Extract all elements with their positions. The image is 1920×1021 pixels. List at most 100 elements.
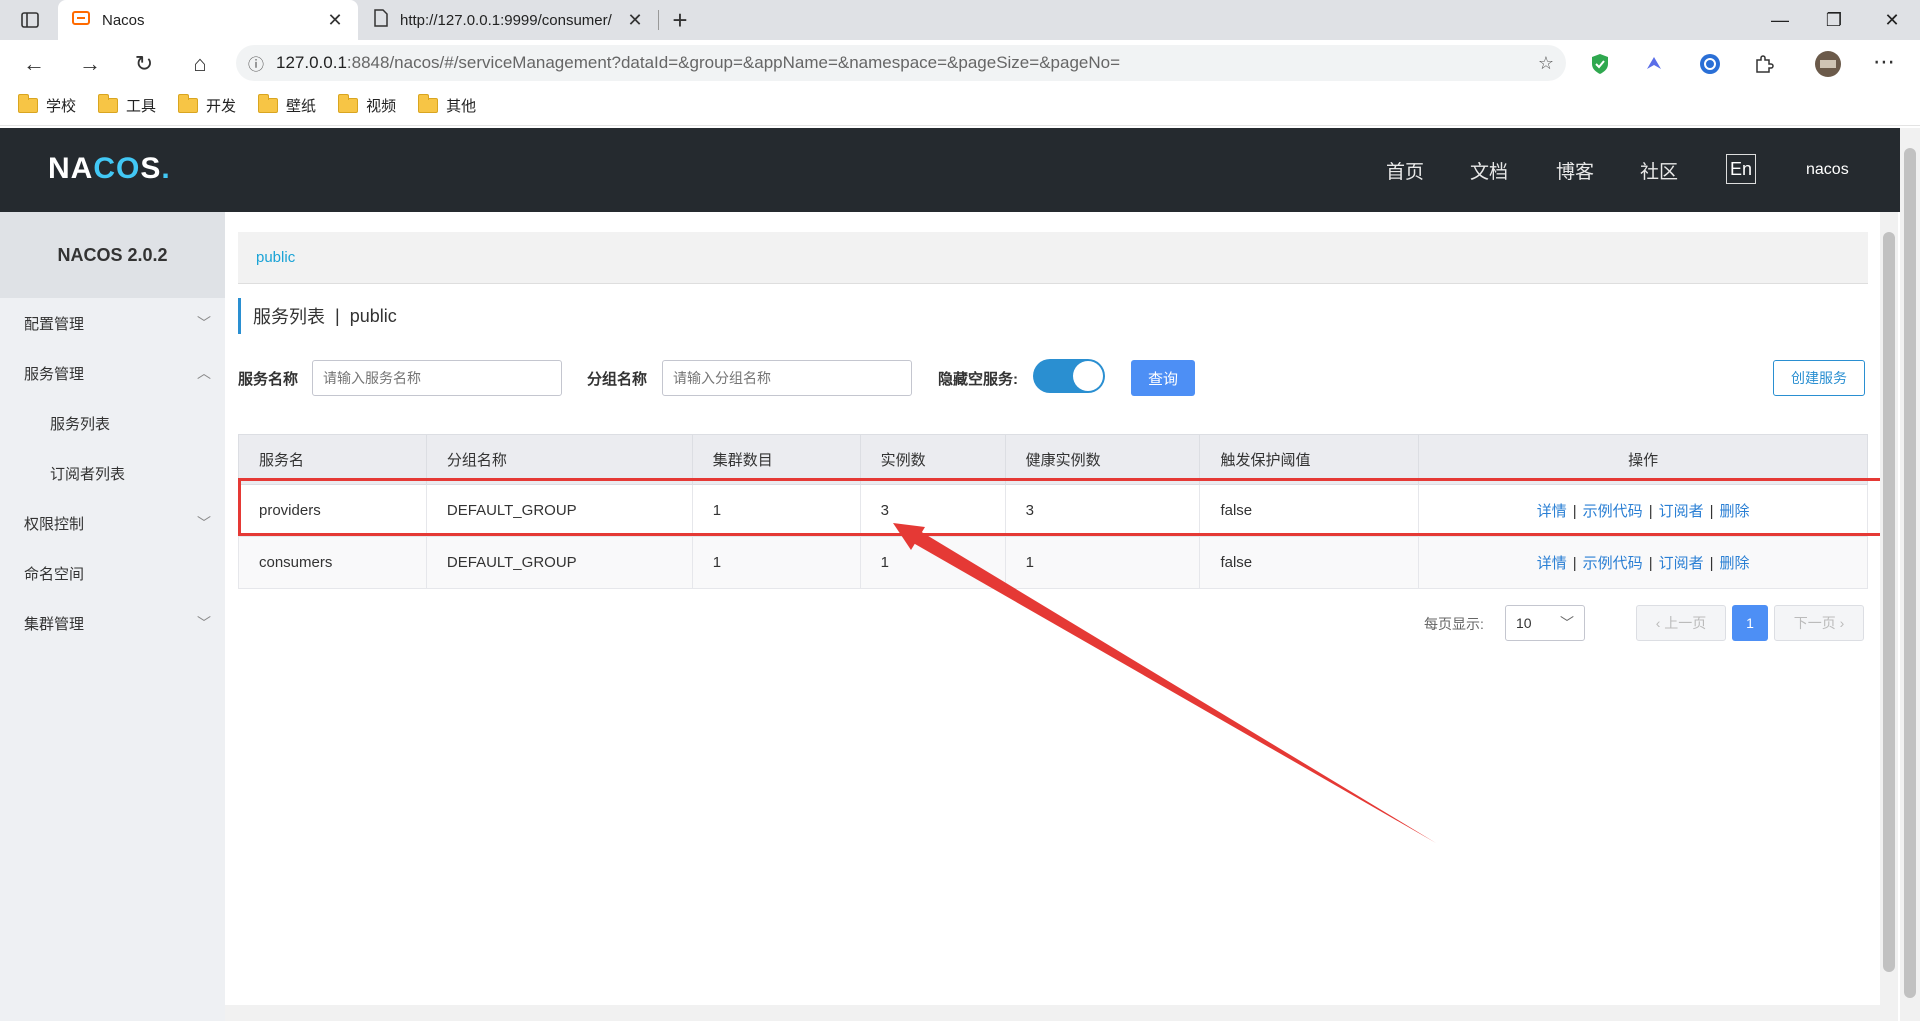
nav-blog[interactable]: 博客 — [1556, 128, 1594, 212]
cell-healthy: 1 — [1004, 536, 1201, 589]
sidebar: NACOS 2.0.2 配置管理 ﹀ 服务管理 ︿ 服务列表 订阅者列表 权限控制 ﹀… — [0, 212, 225, 1021]
bird-extension-icon[interactable] — [1640, 50, 1668, 78]
sample-code-link[interactable]: 示例代码 — [1583, 555, 1643, 572]
forward-icon[interactable]: → — [74, 48, 106, 80]
detail-link[interactable]: 详情 — [1537, 503, 1567, 520]
col-group-name: 分组名称 — [425, 434, 693, 485]
url-text[interactable]: 127.0.0.1:8848/nacos/#/serviceManagement… — [276, 53, 1526, 73]
current-page-button[interactable]: 1 — [1732, 605, 1768, 641]
delete-link[interactable]: 删除 — [1720, 503, 1750, 520]
folder-icon — [178, 94, 199, 113]
tab-nacos[interactable]: Nacos ✕ — [58, 0, 358, 40]
scrollbar-thumb[interactable] — [1904, 148, 1916, 998]
bookmark-folder-dev[interactable]: 开发 — [178, 94, 236, 116]
horizontal-scrollbar[interactable] — [225, 1005, 1880, 1021]
favorite-star-icon[interactable]: ☆ — [1526, 53, 1566, 74]
group-name-input[interactable] — [662, 360, 912, 396]
site-info-icon[interactable]: ⓘ — [236, 51, 276, 75]
chevron-down-icon: ﹀ — [1560, 615, 1574, 631]
cell-group: DEFAULT_GROUP — [425, 484, 693, 537]
sidebar-item-service-list[interactable]: 服务列表 — [0, 398, 225, 448]
delete-link[interactable]: 删除 — [1720, 555, 1750, 572]
nacos-favicon-icon — [72, 11, 90, 29]
hide-empty-toggle[interactable] — [1033, 359, 1105, 393]
col-threshold: 触发保护阈值 — [1199, 434, 1420, 485]
sample-code-link[interactable]: 示例代码 — [1583, 503, 1643, 520]
chevron-down-icon: ﹀ — [197, 515, 211, 531]
back-icon[interactable]: ← — [18, 48, 50, 80]
col-healthy-count: 健康实例数 — [1004, 434, 1201, 485]
nav-home[interactable]: 首页 — [1386, 128, 1424, 212]
chevron-down-icon: ﹀ — [197, 315, 211, 331]
close-window-icon[interactable]: ✕ — [1864, 0, 1920, 40]
sidebar-item-cluster[interactable]: 集群管理 ﹀ — [0, 598, 225, 648]
language-switch[interactable]: En — [1726, 154, 1756, 184]
close-tab-icon[interactable]: ✕ — [326, 10, 344, 31]
cell-actions: 详情 | 示例代码 | 订阅者 | 删除 — [1418, 484, 1868, 537]
create-service-button[interactable]: 创建服务 — [1773, 360, 1865, 396]
sidebar-title: NACOS 2.0.2 — [0, 212, 225, 298]
nav-docs[interactable]: 文档 — [1470, 128, 1508, 212]
bookmark-folder-wallpaper[interactable]: 壁纸 — [258, 94, 316, 116]
tab-consumer[interactable]: http://127.0.0.1:9999/consumer/ ✕ — [360, 0, 658, 40]
toggle-knob — [1073, 361, 1103, 391]
chevron-left-icon: ‹ — [1655, 615, 1665, 631]
prev-page-button[interactable]: ‹ 上一页 — [1636, 605, 1726, 641]
cell-healthy: 3 — [1004, 484, 1201, 537]
bookmark-folder-video[interactable]: 视频 — [338, 94, 396, 116]
new-tab-icon[interactable]: + — [666, 5, 694, 35]
minimize-icon[interactable]: — — [1752, 0, 1808, 40]
sidebar-item-service[interactable]: 服务管理 ︿ — [0, 348, 225, 398]
sidebar-item-auth[interactable]: 权限控制 ﹀ — [0, 498, 225, 548]
page-size-select[interactable]: 10 ﹀ — [1505, 605, 1585, 641]
home-icon[interactable]: ⌂ — [184, 48, 216, 80]
cell-clusters: 1 — [691, 484, 861, 537]
detail-link[interactable]: 详情 — [1537, 555, 1567, 572]
folder-icon — [338, 94, 359, 113]
content-scrollbar[interactable] — [1880, 212, 1898, 1021]
edge-extension-icon[interactable] — [1696, 50, 1724, 78]
subscribers-link[interactable]: 订阅者 — [1659, 503, 1704, 520]
next-page-button[interactable]: 下一页 › — [1774, 605, 1864, 641]
bookmark-folder-school[interactable]: 学校 — [18, 94, 76, 116]
hide-empty-label: 隐藏空服务: — [938, 370, 1018, 388]
folder-icon — [418, 94, 439, 113]
page-scrollbar[interactable] — [1900, 128, 1920, 1021]
sidebar-item-namespace[interactable]: 命名空间 — [0, 548, 225, 598]
cell-service-name: consumers — [238, 536, 427, 589]
col-service-name: 服务名 — [238, 434, 427, 485]
tab-title: http://127.0.0.1:9999/consumer/ — [400, 11, 612, 29]
address-bar[interactable]: ⓘ 127.0.0.1:8848/nacos/#/serviceManageme… — [236, 45, 1566, 81]
subscribers-link[interactable]: 订阅者 — [1659, 555, 1704, 572]
bookmark-folder-tools[interactable]: 工具 — [98, 94, 156, 116]
cell-instances: 3 — [859, 484, 1006, 537]
tab-title: Nacos — [102, 11, 145, 29]
cell-instances: 1 — [859, 536, 1006, 589]
restore-icon[interactable]: ❐ — [1806, 0, 1862, 40]
app-header: NACOS. 首页 文档 博客 社区 En nacos — [0, 128, 1900, 212]
profile-avatar[interactable] — [1814, 50, 1842, 78]
sidebar-item-subscribers[interactable]: 订阅者列表 — [0, 448, 225, 498]
chevron-right-icon: › — [1835, 615, 1845, 631]
service-name-input[interactable] — [312, 360, 562, 396]
extensions-puzzle-icon[interactable] — [1750, 50, 1778, 78]
tab-actions-icon[interactable] — [16, 8, 44, 32]
nav-community[interactable]: 社区 — [1640, 128, 1678, 212]
nacos-logo[interactable]: NACOS. — [48, 152, 171, 186]
col-cluster-count: 集群数目 — [691, 434, 861, 485]
user-menu[interactable]: nacos — [1806, 128, 1849, 212]
more-menu-icon[interactable]: ⋯ — [1868, 46, 1900, 78]
table-header-row: 服务名 分组名称 集群数目 实例数 健康实例数 触发保护阈值 操作 — [238, 434, 1868, 485]
bookmark-folder-other[interactable]: 其他 — [418, 94, 476, 116]
service-table: 服务名 分组名称 集群数目 实例数 健康实例数 触发保护阈值 操作 provid… — [238, 434, 1868, 589]
query-button[interactable]: 查询 — [1131, 360, 1195, 396]
shield-extension-icon[interactable] — [1586, 50, 1614, 78]
reload-icon[interactable]: ↻ — [128, 48, 160, 80]
folder-icon — [18, 94, 38, 113]
page-title: 服务列表 | public — [238, 298, 397, 334]
close-tab-icon[interactable]: ✕ — [626, 10, 644, 31]
col-instance-count: 实例数 — [859, 434, 1006, 485]
scrollbar-thumb[interactable] — [1883, 232, 1895, 972]
namespace-public-link[interactable]: public — [256, 249, 295, 266]
sidebar-item-config[interactable]: 配置管理 ﹀ — [0, 298, 225, 348]
